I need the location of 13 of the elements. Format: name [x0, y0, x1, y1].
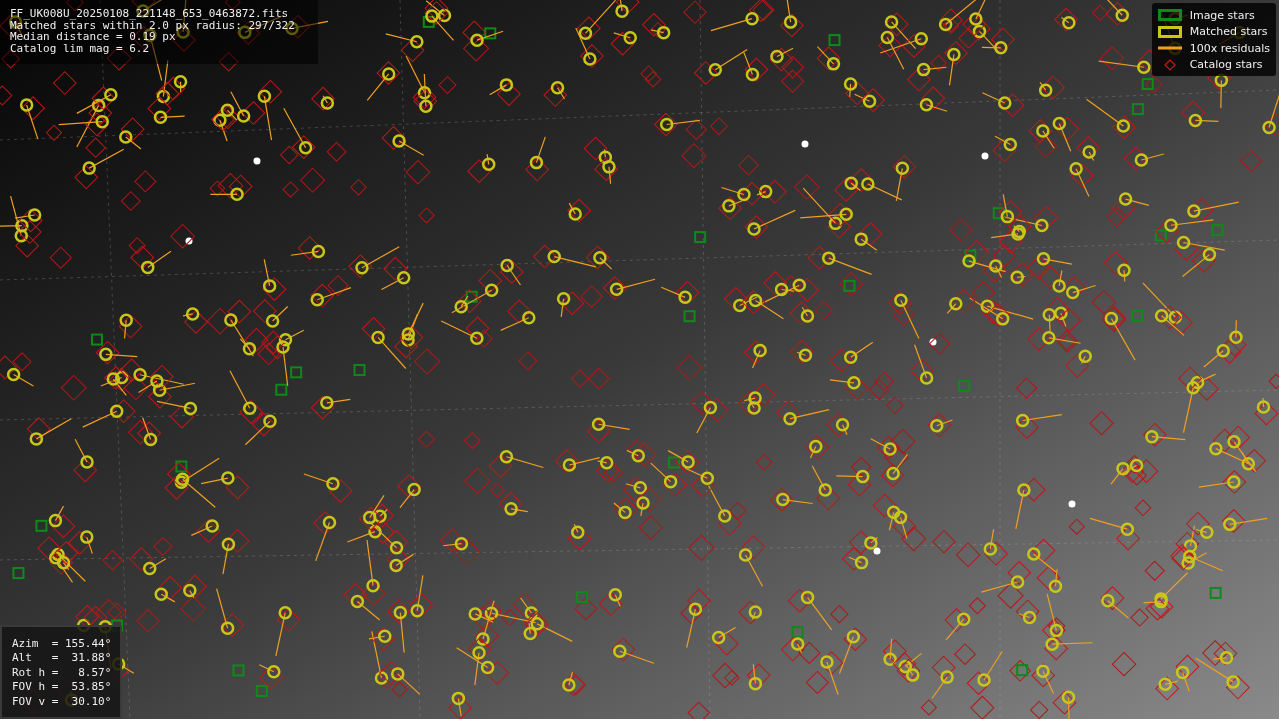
pointing-text: FOV h = 53.85° [12, 680, 113, 695]
info-text: Matched stars within 2.0 px radius: 297/322 [10, 19, 296, 31]
info-text: Median distance = 0.19 px [10, 31, 176, 43]
info-text: FF_UK008U_20250108_221148_653_0463872.fits [10, 8, 290, 20]
pointing-text: Rot h = 8.57° [12, 665, 113, 680]
pointing-text: FOV v = 30.10° [12, 694, 113, 709]
legend-label: Matched stars [1189, 25, 1268, 39]
legend-label: Image stars [1189, 8, 1255, 22]
legend-label: 100x residuals [1189, 41, 1270, 55]
pointing-text: Azim = 155.44° [12, 636, 113, 651]
legend-label: Catalog stars [1189, 58, 1263, 72]
info-text: Catalog lim mag = 6.2 [10, 42, 151, 54]
pointing-text: Alt = 31.88° [12, 651, 113, 666]
